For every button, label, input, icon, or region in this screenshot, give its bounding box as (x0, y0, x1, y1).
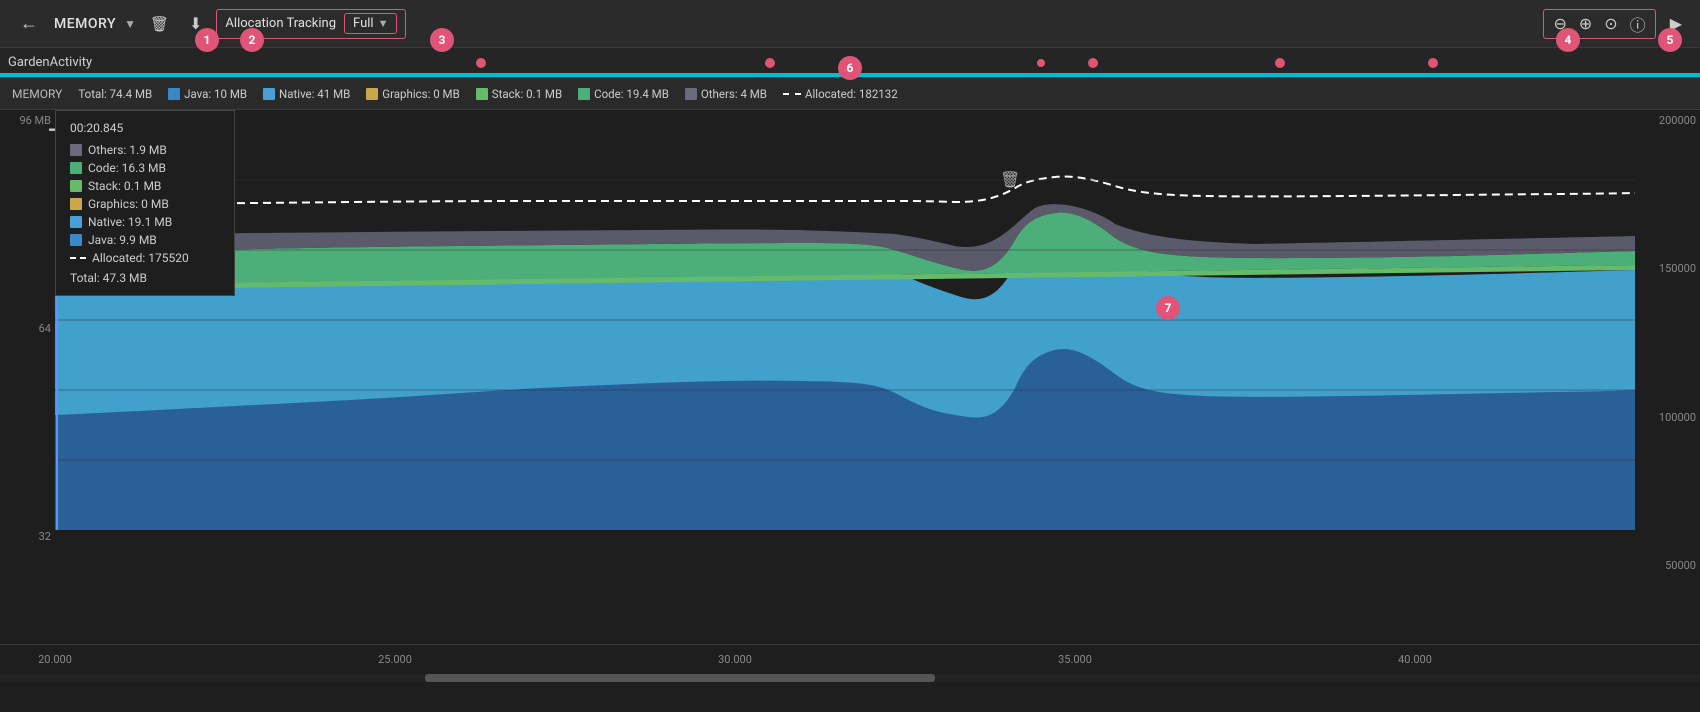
scrollbar-area[interactable] (0, 674, 1700, 682)
timeline-dot-6 (1428, 58, 1438, 68)
badge-2: 2 (240, 28, 264, 52)
native-color (263, 88, 275, 100)
code-color (578, 88, 590, 100)
y-right-200000: 200000 (1639, 114, 1696, 127)
scrollbar-thumb[interactable] (425, 674, 935, 682)
tooltip-total: Total: 47.3 MB (70, 271, 220, 285)
legend-allocated-label: Allocated: 182132 (805, 87, 898, 101)
y-right-150000: 150000 (1639, 262, 1696, 275)
badge-5: 5 (1658, 28, 1682, 52)
legend-others: Others: 4 MB (685, 87, 767, 101)
activity-name: GardenActivity (8, 55, 92, 70)
x-label-25: 25.000 (378, 653, 412, 666)
x-label-20: 20.000 (38, 653, 72, 666)
native-tooltip-label: Native: 19.1 MB (88, 215, 172, 229)
tooltip-row-native: Native: 19.1 MB (70, 215, 220, 229)
info-button[interactable]: ⓘ (1627, 12, 1649, 36)
delete-button[interactable]: 🗑 (144, 11, 175, 37)
legend-total: Total: 74.4 MB (78, 87, 152, 101)
legend-java: Java: 10 MB (168, 87, 247, 101)
allocated-line (55, 177, 1635, 205)
badge-3: 3 (430, 28, 454, 52)
legend-stack: Stack: 0.1 MB (476, 87, 562, 101)
legend-code-label: Code: 19.4 MB (594, 87, 669, 101)
tooltip-row-java: Java: 9.9 MB (70, 233, 220, 247)
tooltip-row-others: Others: 1.9 MB (70, 143, 220, 157)
others-tooltip-label: Others: 1.9 MB (88, 143, 167, 157)
memory-title: MEMORY (12, 87, 62, 101)
back-button[interactable]: ← (12, 9, 46, 38)
legend-total-label: Total: 74.4 MB (78, 87, 152, 101)
y-right-100000: 100000 (1639, 411, 1696, 424)
chart-trash-icon: 🗑 (1000, 170, 1020, 189)
zoom-reset-button[interactable]: ⊙ (1601, 14, 1620, 34)
y-label-32: 32 (4, 530, 51, 543)
allocated-dashed-icon (783, 93, 801, 95)
memory-dropdown-arrow[interactable]: ▼ (124, 17, 136, 31)
java-tooltip-label: Java: 9.9 MB (88, 233, 157, 247)
allocated-tooltip-label: Allocated: 175520 (92, 251, 189, 265)
memory-chart-svg: 🗑 (55, 110, 1635, 530)
y-right-50000: 50000 (1639, 559, 1696, 572)
dropdown-arrow-icon: ▼ (378, 17, 389, 30)
main-area: 6 GardenActivity MEMORY Total: 74.4 MB J… (0, 48, 1700, 712)
stack-tooltip-label: Stack: 0.1 MB (88, 179, 161, 193)
badge-4: 4 (1556, 28, 1580, 52)
stack-color (476, 88, 488, 100)
timeline-dot-5 (1275, 58, 1285, 68)
timeline-dot-4 (1088, 58, 1098, 68)
badge-6: 6 (838, 56, 862, 80)
tooltip-row-allocated: Allocated: 175520 (70, 251, 220, 265)
y-axis-right: 200000 150000 100000 50000 (1635, 110, 1700, 644)
graphics-color (366, 88, 378, 100)
others-color (685, 88, 697, 100)
timeline-dot-2 (765, 58, 775, 68)
tooltip-row-stack: Stack: 0.1 MB (70, 179, 220, 193)
badge-7: 7 (1156, 296, 1180, 320)
java-tooltip-color (70, 234, 82, 246)
x-label-30: 30.000 (718, 653, 752, 666)
timeline-dot-1 (476, 58, 486, 68)
allocation-mode-dropdown[interactable]: Full ▼ (344, 13, 397, 34)
tooltip: 00:20.845 Others: 1.9 MB Code: 16.3 MB S… (55, 110, 235, 296)
legend-allocated: Allocated: 182132 (783, 87, 898, 101)
timeline-dot-3 (1037, 59, 1045, 67)
legend-bar: MEMORY Total: 74.4 MB Java: 10 MB Native… (0, 78, 1700, 110)
tooltip-row-graphics: Graphics: 0 MB (70, 197, 220, 211)
legend-native-label: Native: 41 MB (279, 87, 350, 101)
legend-others-label: Others: 4 MB (701, 87, 767, 101)
allocation-mode-value: Full (353, 16, 374, 31)
others-tooltip-color (70, 144, 82, 156)
y-label-96: 96 MB (4, 114, 51, 127)
legend-graphics-label: Graphics: 0 MB (382, 87, 459, 101)
y-axis-left: 96 MB 64 32 (0, 110, 55, 644)
java-color (168, 88, 180, 100)
section-label: MEMORY (54, 16, 116, 32)
tooltip-row-code: Code: 16.3 MB (70, 161, 220, 175)
x-label-35: 35.000 (1058, 653, 1092, 666)
graphics-tooltip-color (70, 198, 82, 210)
legend-graphics: Graphics: 0 MB (366, 87, 459, 101)
allocated-tooltip-dashed (70, 257, 86, 259)
y-label-64: 64 (4, 322, 51, 335)
native-tooltip-color (70, 216, 82, 228)
legend-code: Code: 19.4 MB (578, 87, 669, 101)
tooltip-time: 00:20.845 (70, 121, 220, 135)
legend-java-label: Java: 10 MB (184, 87, 247, 101)
code-tooltip-color (70, 162, 82, 174)
badge-1: 1 (195, 28, 219, 52)
zoom-in-button[interactable]: ⊕ (1576, 14, 1595, 34)
x-label-40: 40.000 (1398, 653, 1432, 666)
legend-stack-label: Stack: 0.1 MB (492, 87, 562, 101)
legend-native: Native: 41 MB (263, 87, 350, 101)
stack-tooltip-color (70, 180, 82, 192)
graphics-tooltip-label: Graphics: 0 MB (88, 197, 169, 211)
allocation-tracking-label: Allocation Tracking (225, 16, 336, 31)
code-tooltip-label: Code: 16.3 MB (88, 161, 166, 175)
x-axis: 20.000 25.000 30.000 35.000 40.000 45.00… (0, 644, 1700, 674)
